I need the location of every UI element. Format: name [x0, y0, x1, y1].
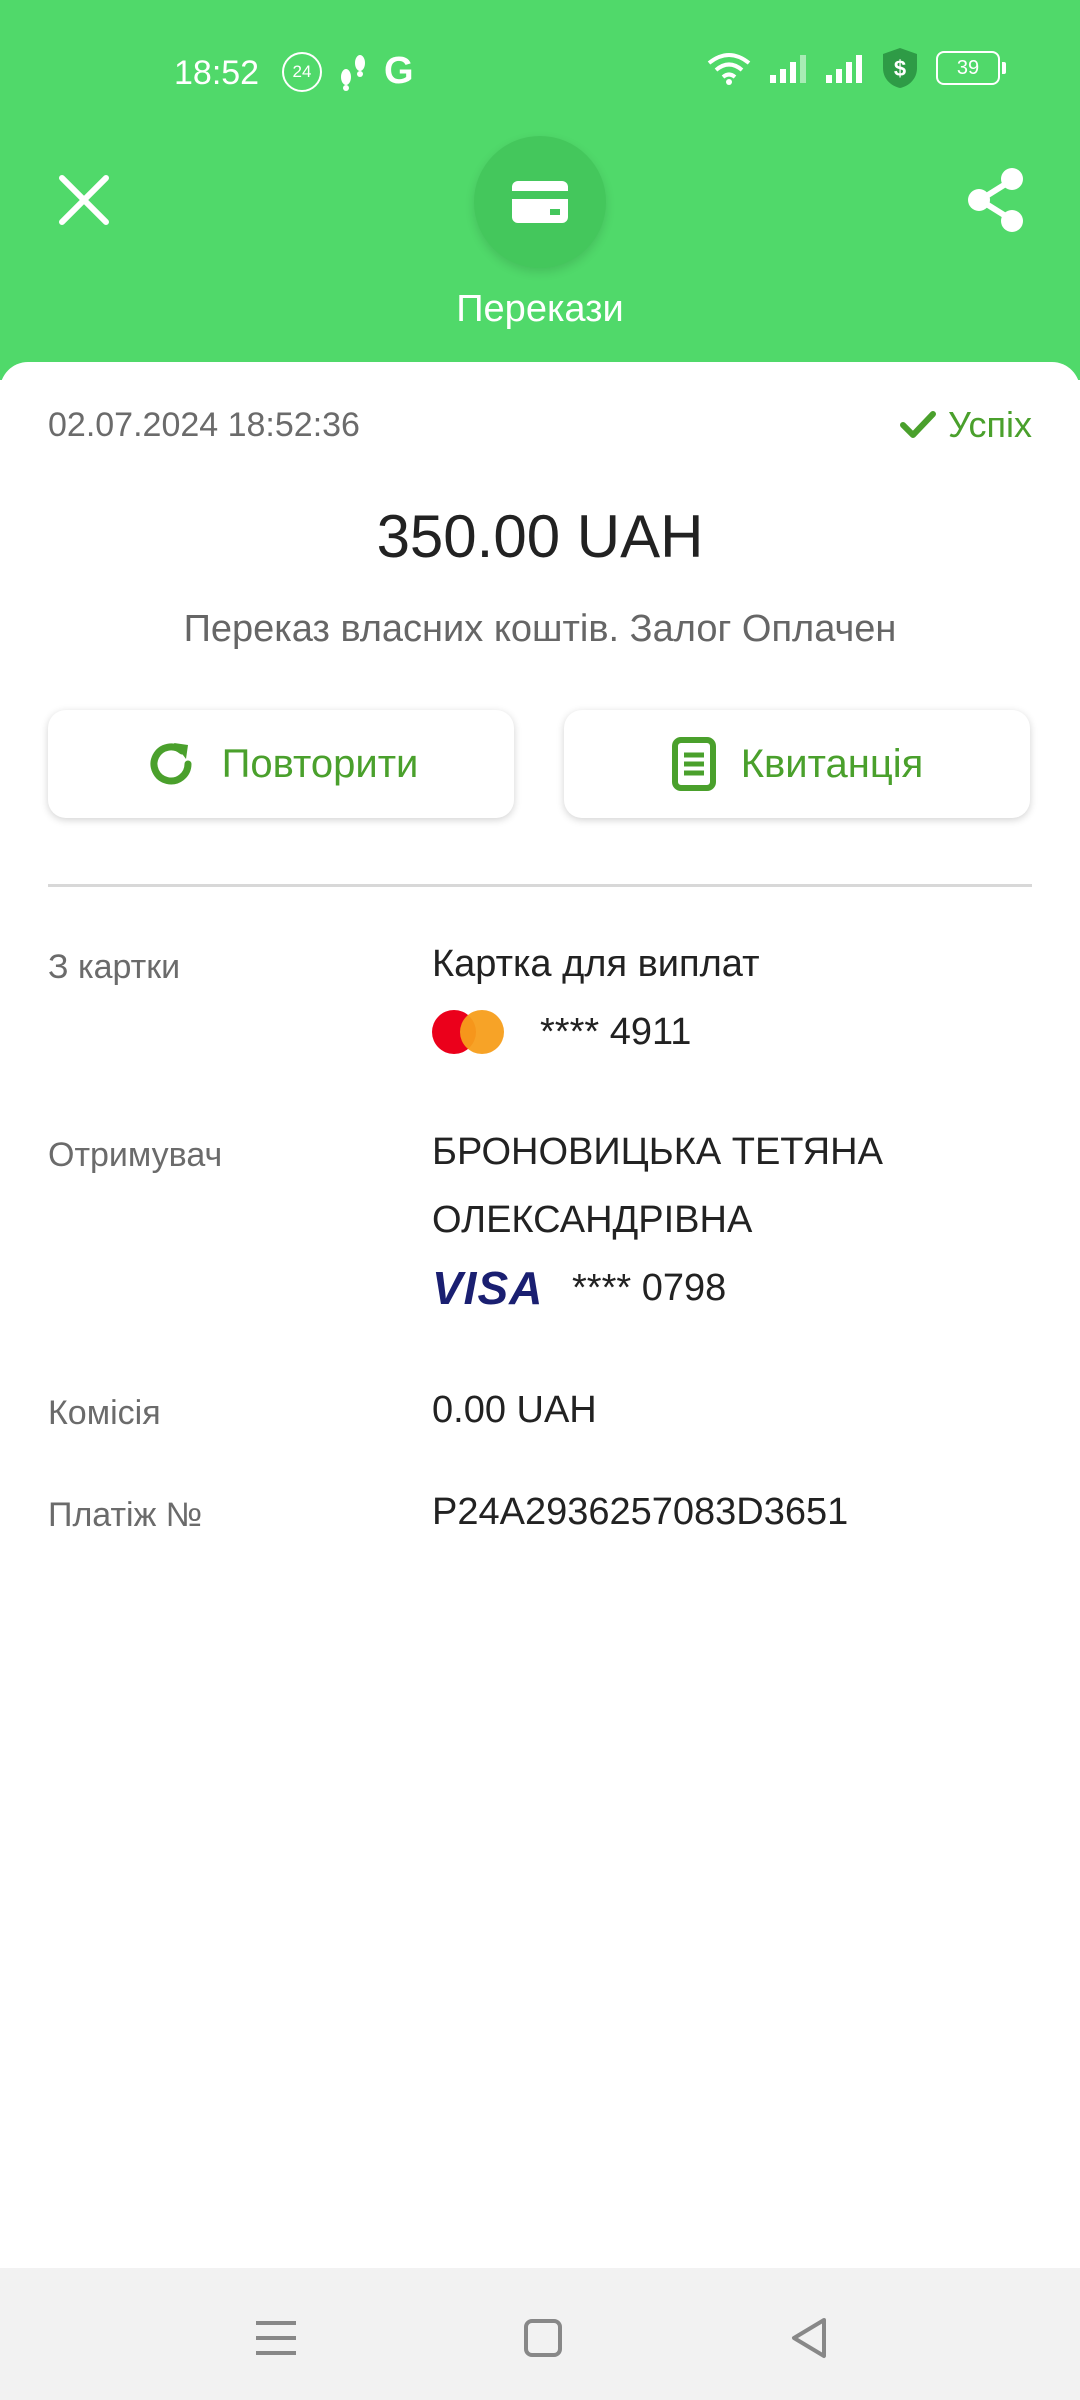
divider — [48, 884, 1032, 887]
navigation-bar — [0, 2268, 1080, 2400]
footsteps-icon — [341, 54, 365, 91]
repeat-button[interactable]: Повторити — [48, 710, 514, 818]
privat24-notification-icon: 24 — [282, 51, 322, 92]
payment-number-label: Платіж № — [48, 1496, 203, 1534]
battery-indicator: 39 — [936, 51, 1006, 85]
credit-card-icon — [512, 181, 568, 223]
menu-icon[interactable] — [246, 2308, 306, 2368]
recipient-name-line1: БРОНОВИЦЬКА ТЕТЯНА — [432, 1131, 883, 1173]
signal-icon-2 — [826, 55, 862, 83]
recipient-card-number: **** 0798 — [572, 1267, 727, 1309]
close-icon[interactable] — [54, 170, 114, 230]
from-card-line: **** 4911 — [432, 998, 759, 1066]
from-card-number: **** 4911 — [540, 1011, 692, 1053]
transaction-amount: 350.00 UAH — [376, 503, 704, 570]
receipt-icon — [671, 737, 716, 791]
from-card-name: Картка для виплат — [432, 943, 760, 985]
recipient-value: БРОНОВИЦЬКА ТЕТЯНА ОЛЕКСАНДРІВНА VISA **… — [432, 1118, 883, 1322]
svg-text:$: $ — [894, 56, 906, 81]
back-icon[interactable] — [780, 2308, 840, 2368]
transaction-datetime: 02.07.2024 18:52:36 — [48, 406, 360, 444]
commission-label: Комісія — [48, 1394, 161, 1432]
header: 18:52 24 G $ 39 Перекази — [0, 0, 1080, 380]
from-card-value: Картка для виплат **** 4911 — [432, 930, 759, 1066]
refresh-icon — [150, 743, 192, 785]
recipient-label: Отримувач — [48, 1136, 223, 1174]
payment-number-value: P24A2936257083D3651 — [432, 1491, 849, 1533]
commission-value: 0.00 UAH — [432, 1389, 597, 1431]
recipient-name-line2: ОЛЕКСАНДРІВНА — [432, 1199, 753, 1241]
visa-icon: VISA — [432, 1262, 544, 1314]
category-icon — [474, 136, 606, 268]
checkmark-icon — [900, 411, 937, 438]
share-icon[interactable] — [964, 166, 1028, 234]
status-badge: Успіх — [900, 404, 1032, 446]
repeat-button-label: Повторити — [221, 741, 419, 786]
receipt-button[interactable]: Квитанція — [564, 710, 1030, 818]
from-card-label: З картки — [48, 948, 181, 986]
transaction-description: Переказ власних коштів. Залог Оплачен — [183, 608, 897, 650]
status-notification-icons: 24 G — [282, 50, 414, 93]
home-icon[interactable] — [513, 2308, 573, 2368]
transaction-card: 02.07.2024 18:52:36 Успіх 350.00 UAH Пер… — [0, 362, 1080, 2268]
receipt-button-label: Квитанція — [740, 741, 924, 786]
mastercard-icon — [432, 1010, 504, 1054]
status-bar: 18:52 24 G $ 39 — [0, 40, 1080, 104]
wifi-icon — [707, 53, 751, 85]
google-icon: G — [384, 50, 414, 92]
status-text: Успіх — [948, 404, 1032, 445]
signal-icon-1 — [770, 55, 806, 83]
recipient-card-line: VISA **** 0798 — [432, 1254, 883, 1322]
status-time: 18:52 — [174, 54, 260, 92]
category-title: Перекази — [456, 288, 624, 330]
status-system-icons: $ 39 — [706, 46, 1006, 90]
security-shield-icon: $ — [883, 48, 917, 88]
